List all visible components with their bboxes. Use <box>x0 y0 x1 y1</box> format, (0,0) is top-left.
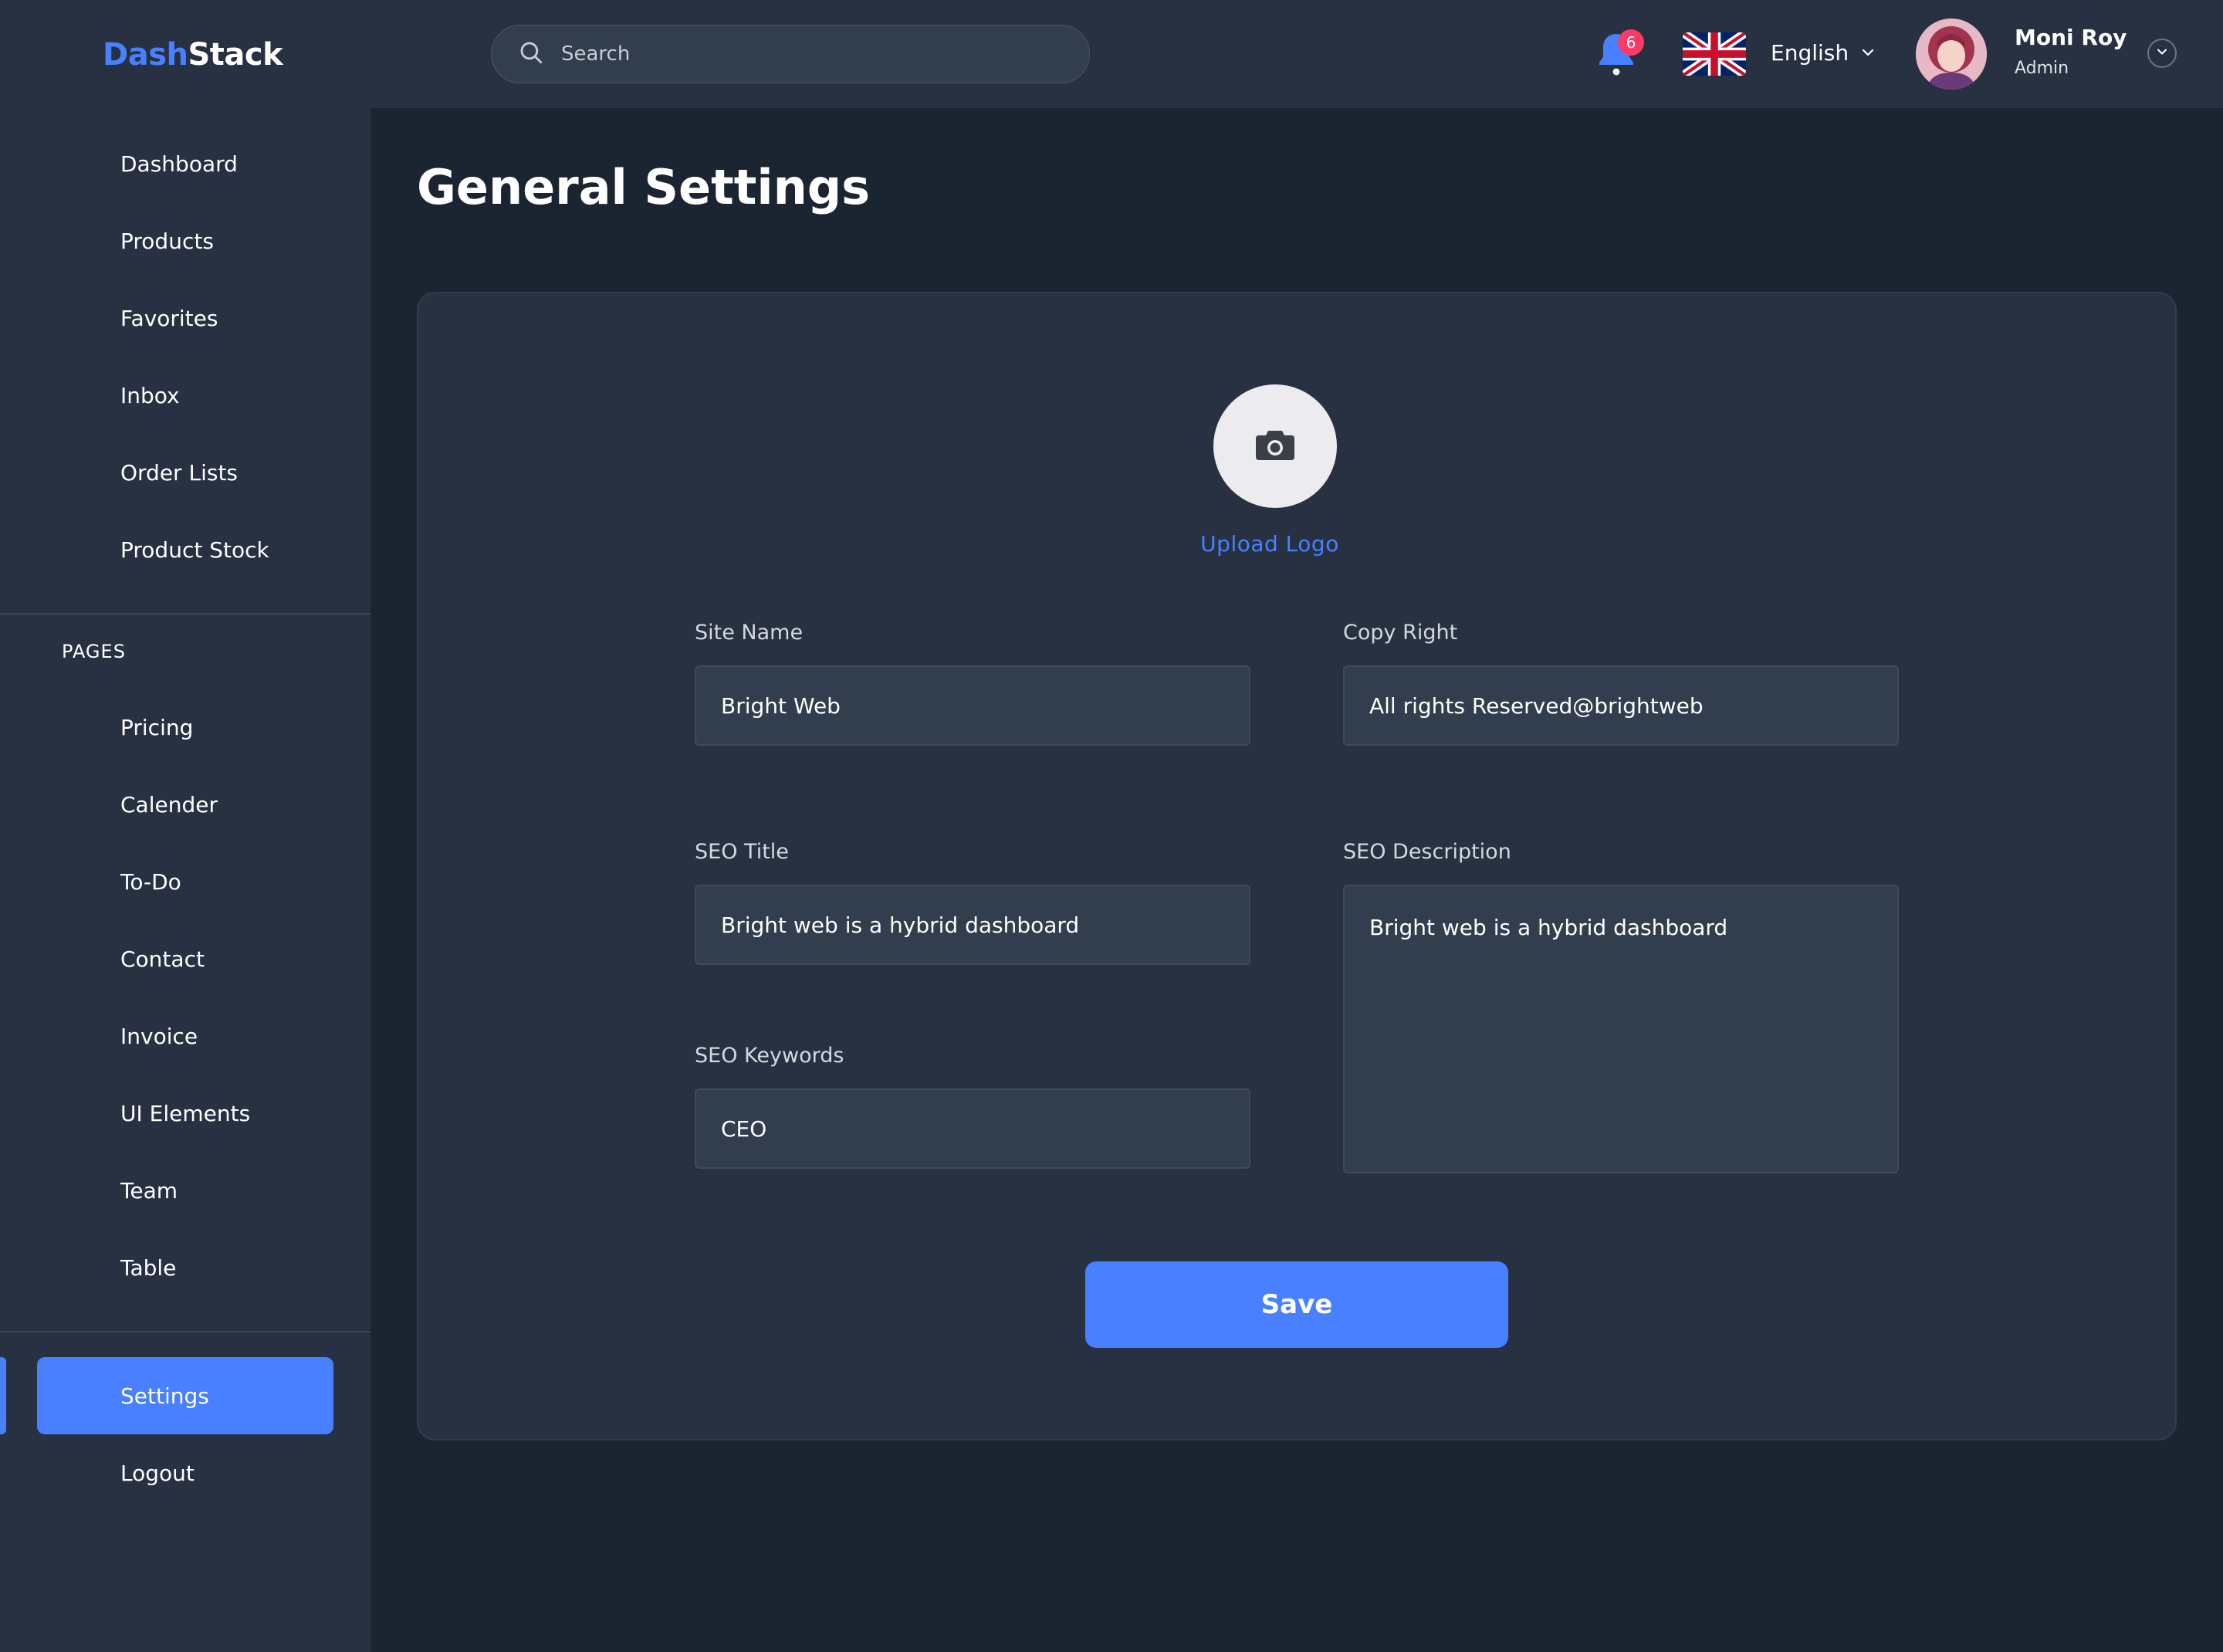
sidebar-item-table[interactable]: Table <box>37 1229 333 1306</box>
sidebar-item-pricing[interactable]: Pricing <box>37 689 333 766</box>
sidebar-item-label: Table <box>120 1254 177 1281</box>
sidebar-item-ui-elements[interactable]: UI Elements <box>37 1075 333 1152</box>
user-role: Admin <box>2015 59 2069 78</box>
page-title: General Settings <box>417 159 871 215</box>
sidebar-item-label: Invoice <box>120 1023 198 1049</box>
sidebar-divider <box>0 613 370 614</box>
sidebar-item-label: Settings <box>120 1383 209 1409</box>
sidebar-item-label: Inbox <box>120 382 180 408</box>
sidebar-item-calender[interactable]: Calender <box>37 766 333 843</box>
camera-icon <box>1254 428 1296 465</box>
sidebar-item-label: Calender <box>120 791 218 818</box>
chevron-down-icon <box>2154 44 2170 63</box>
seo-description-label: SEO Description <box>1343 840 1511 864</box>
sidebar-item-dashboard[interactable]: Dashboard <box>37 125 333 202</box>
site-name-input[interactable] <box>695 665 1250 746</box>
user-name: Moni Roy <box>2015 25 2127 50</box>
sidebar-item-label: Dashboard <box>120 151 238 177</box>
sidebar-item-settings[interactable]: Settings <box>37 1357 333 1434</box>
sidebar-item-favorites[interactable]: Favorites <box>37 279 333 357</box>
language-select[interactable]: English <box>1771 40 1849 66</box>
bell-icon <box>1595 34 1638 80</box>
search-bar[interactable] <box>491 25 1090 83</box>
seo-keywords-input[interactable] <box>695 1088 1250 1169</box>
sidebar-item-label: UI Elements <box>120 1100 251 1126</box>
sidebar-section-pages: PAGES <box>62 641 126 662</box>
seo-description-textarea[interactable]: Bright web is a hybrid dashboard <box>1343 885 1899 1173</box>
sidebar-item-label: Team <box>120 1177 178 1203</box>
sidebar-item-label: Product Stock <box>120 537 269 563</box>
sidebar-item-label: Order Lists <box>120 459 239 486</box>
search-icon <box>518 39 544 69</box>
seo-keywords-label: SEO Keywords <box>695 1044 844 1068</box>
sidebar-item-logout[interactable]: Logout <box>37 1434 333 1512</box>
profile-menu-button[interactable] <box>2147 39 2177 68</box>
sidebar-item-label: Pricing <box>120 714 194 740</box>
search-input[interactable] <box>561 42 1055 66</box>
sidebar-item-label: Logout <box>120 1460 195 1486</box>
sidebar-item-products[interactable]: Products <box>37 202 333 279</box>
save-button[interactable]: Save <box>1085 1261 1508 1348</box>
sidebar-item-inbox[interactable]: Inbox <box>37 357 333 434</box>
sidebar-item-order-lists[interactable]: Order Lists <box>37 434 333 511</box>
notification-badge: 6 <box>1618 29 1644 56</box>
sidebar-item-todo[interactable]: To-Do <box>37 843 333 920</box>
site-name-label: Site Name <box>695 621 804 645</box>
sidebar-item-label: Favorites <box>120 305 218 331</box>
sidebar-item-invoice[interactable]: Invoice <box>37 997 333 1075</box>
sidebar: DashStack Dashboard Products Favorites I… <box>0 0 370 1652</box>
sidebar-item-label: Products <box>120 228 214 254</box>
upload-logo-link[interactable]: Upload Logo <box>1173 531 1366 557</box>
sidebar-item-team[interactable]: Team <box>37 1152 333 1229</box>
avatar[interactable] <box>1916 19 1987 90</box>
sidebar-item-contact[interactable]: Contact <box>37 920 333 997</box>
sidebar-item-label: Contact <box>120 946 205 972</box>
seo-title-label: SEO Title <box>695 840 789 864</box>
uk-flag-icon[interactable] <box>1683 32 1746 76</box>
sidebar-item-label: To-Do <box>120 868 181 895</box>
seo-title-input[interactable] <box>695 885 1250 965</box>
active-indicator <box>0 1357 6 1434</box>
logo-part-stack: Stack <box>188 37 283 73</box>
sidebar-item-product-stock[interactable]: Product Stock <box>37 511 333 588</box>
copyright-input[interactable] <box>1343 665 1899 746</box>
app-logo[interactable]: DashStack <box>103 37 283 73</box>
chevron-down-icon[interactable] <box>1859 43 1877 62</box>
copyright-label: Copy Right <box>1343 621 1458 645</box>
logo-part-dash: Dash <box>103 37 188 73</box>
sidebar-divider <box>0 1331 370 1332</box>
upload-logo-button[interactable] <box>1213 384 1337 508</box>
